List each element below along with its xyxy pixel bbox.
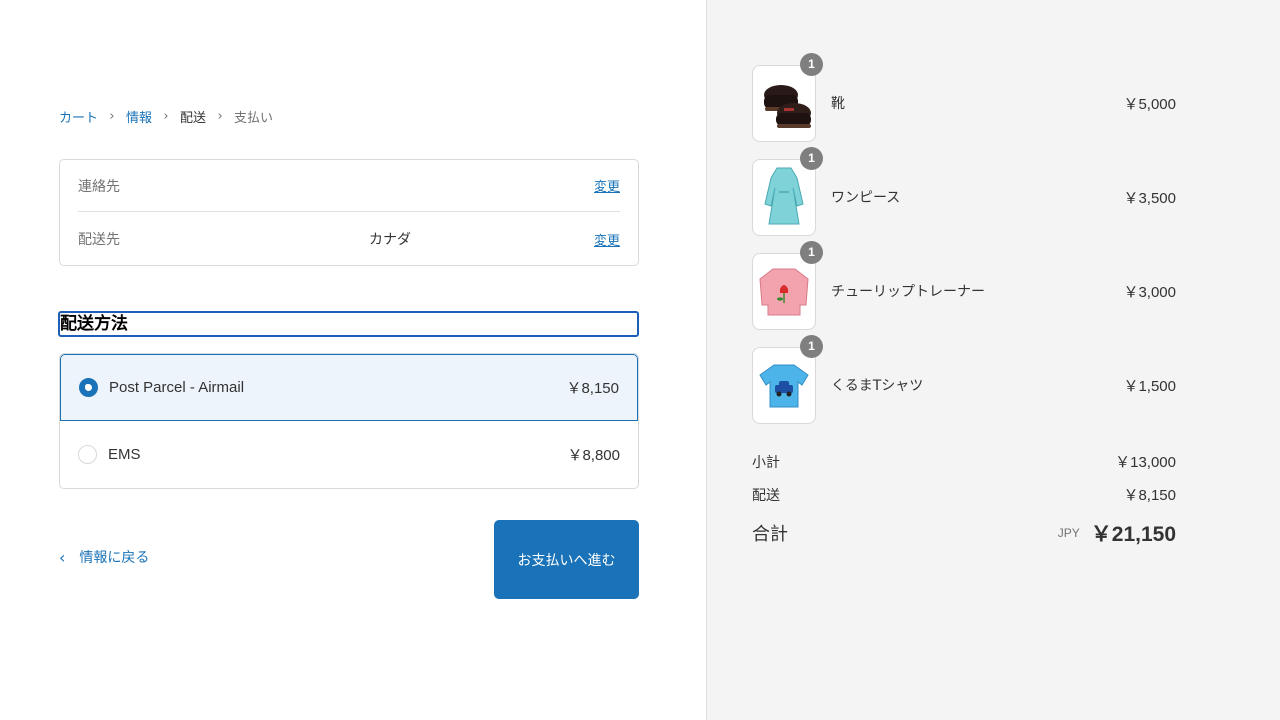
shipto-label: 配送先 xyxy=(78,232,120,248)
product-price: ￥1,500 xyxy=(1123,377,1176,395)
quantity-badge: 1 xyxy=(800,240,823,264)
product-thumbnail: 1 xyxy=(752,334,823,424)
currency-code: JPY xyxy=(1057,526,1080,540)
product-price: ￥3,000 xyxy=(1123,283,1176,301)
chevron-right-icon: › xyxy=(217,109,223,124)
breadcrumb-shipping: 配送 xyxy=(180,111,207,126)
cart-item: 1 くるまTシャツ ￥1,500 xyxy=(752,334,1176,424)
product-name: ワンピース xyxy=(831,190,901,206)
shoes-icon xyxy=(764,85,811,128)
shipping-row: 配送 ￥8,150 xyxy=(752,484,1176,505)
sweater-icon xyxy=(759,268,809,316)
dress-icon xyxy=(764,167,804,225)
subtotal-row: 小計 ￥13,000 xyxy=(752,451,1176,472)
quantity-badge: 1 xyxy=(800,334,823,358)
return-to-information-link[interactable]: ‹ 情報に戻る xyxy=(59,547,149,567)
shipping-option-price: ￥8,150 xyxy=(566,380,619,397)
breadcrumb-cart[interactable]: カート xyxy=(59,107,98,126)
total-label: 合計 xyxy=(752,524,788,545)
shipping-option-ems[interactable]: EMS ￥8,800 xyxy=(60,421,638,488)
product-thumbnail: 1 xyxy=(752,52,823,142)
subtotal-label: 小計 xyxy=(752,454,780,471)
product-thumbnail: 1 xyxy=(752,146,823,236)
breadcrumb-payment: 支払い xyxy=(234,111,274,126)
quantity-badge: 1 xyxy=(800,52,823,76)
product-thumbnail: 1 xyxy=(752,240,823,330)
quantity-badge: 1 xyxy=(800,146,823,170)
change-contact-link[interactable]: 変更 xyxy=(594,176,620,195)
total-row: 合計 JPY ￥21,150 xyxy=(752,518,1176,548)
shipping-option-airmail[interactable]: Post Parcel - Airmail ￥8,150 xyxy=(60,354,638,421)
total-value: ￥21,150 xyxy=(1090,523,1176,546)
shipping-value: ￥8,150 xyxy=(1123,487,1176,504)
return-to-information-label: 情報に戻る xyxy=(79,550,150,566)
radio-unchecked-icon[interactable] xyxy=(78,445,97,464)
breadcrumb: カート › 情報 › 配送 › 支払い xyxy=(59,107,273,126)
breadcrumb-information[interactable]: 情報 xyxy=(126,107,152,126)
shipping-option-price: ￥8,800 xyxy=(567,447,620,464)
review-contact-row: 連絡先 変更 xyxy=(78,160,620,212)
product-name: 靴 xyxy=(831,96,845,112)
main-content: カート › 情報 › 配送 › 支払い 連絡先 変更 配送先 カナダ 変更 配送… xyxy=(0,0,706,720)
shipto-value: カナダ xyxy=(369,232,411,248)
shipping-method-list: Post Parcel - Airmail ￥8,150 EMS ￥8,800 xyxy=(59,353,639,489)
shipping-option-name: Post Parcel - Airmail xyxy=(109,379,245,396)
order-summary-sidebar: 1 靴 ￥5,000 1 ワンピース ￥3,500 1 チューリップトレーナー xyxy=(706,0,1280,720)
product-price: ￥5,000 xyxy=(1123,95,1176,113)
shipping-option-name: EMS xyxy=(108,446,141,463)
continue-to-payment-button[interactable]: お支払いへ進む xyxy=(494,520,639,599)
cart-item: 1 ワンピース ￥3,500 xyxy=(752,146,1176,236)
chevron-right-icon: › xyxy=(163,109,169,124)
subtotal-value: ￥13,000 xyxy=(1115,454,1176,471)
radio-checked-icon[interactable] xyxy=(79,378,98,397)
product-name: チューリップトレーナー xyxy=(831,284,985,300)
product-name: くるまTシャツ xyxy=(831,378,924,394)
chevron-right-icon: › xyxy=(109,109,115,124)
contact-label: 連絡先 xyxy=(78,178,120,195)
chevron-left-icon: ‹ xyxy=(59,547,66,567)
shipping-label: 配送 xyxy=(752,487,780,504)
product-price: ￥3,500 xyxy=(1123,189,1176,207)
cart-item: 1 チューリップトレーナー ￥3,000 xyxy=(752,240,1176,330)
review-box: 連絡先 変更 配送先 カナダ 変更 xyxy=(59,159,639,266)
change-shipto-link[interactable]: 変更 xyxy=(594,230,620,249)
cart-item: 1 靴 ￥5,000 xyxy=(752,52,1176,142)
shipping-method-title: 配送方法 xyxy=(58,311,639,337)
review-shipto-row: 配送先 カナダ 変更 xyxy=(78,213,620,265)
tshirt-icon xyxy=(759,364,809,408)
